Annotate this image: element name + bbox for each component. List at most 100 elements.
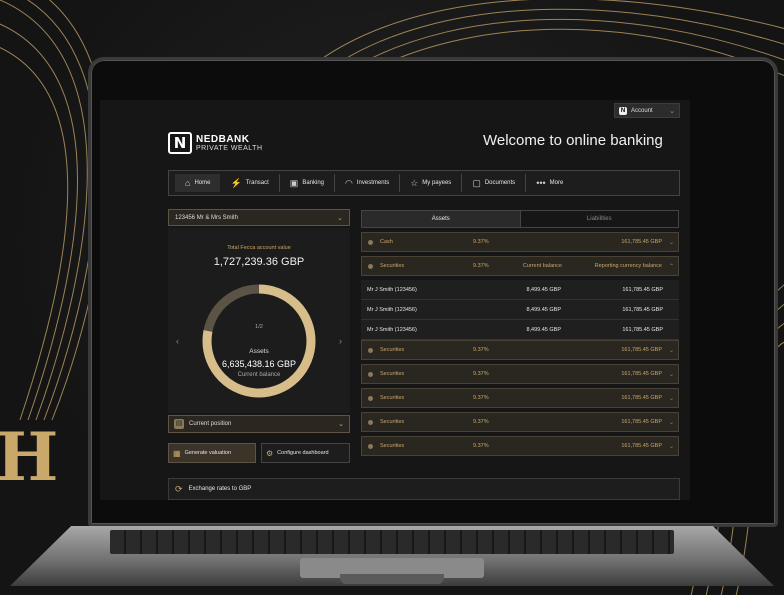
chevron-down-icon: ⌄ bbox=[668, 371, 674, 378]
holding-category-row[interactable]: Securities 9.37% 161,785.45 GBP ⌄ bbox=[361, 364, 679, 384]
gauge-icon: ◠ bbox=[345, 177, 353, 188]
row-percent: 9.37% bbox=[473, 263, 489, 269]
tab-liabilities[interactable]: Liabilities bbox=[521, 211, 679, 227]
row-percent: 9.37% bbox=[473, 239, 489, 245]
row-percent: 9.37% bbox=[473, 395, 489, 401]
row-name: Securities bbox=[380, 443, 405, 449]
category-dot-icon bbox=[368, 263, 373, 269]
nav-item-documents[interactable]: ▢ Documents bbox=[462, 174, 527, 192]
row-name: Mr J Smith (123456) bbox=[367, 306, 417, 313]
brand-name: NEDBANK bbox=[196, 133, 250, 145]
row-name: Securities bbox=[380, 347, 405, 353]
chevron-down-icon: ⌄ bbox=[338, 421, 344, 428]
row-reporting-balance: 161,785.45 GBP bbox=[622, 306, 663, 313]
account-menu-label: Account bbox=[631, 107, 653, 114]
row-reporting-balance: 161,785.45 GBP bbox=[622, 326, 663, 333]
row-current-balance: 8,499.45 GBP bbox=[526, 326, 561, 333]
chevron-down-icon: ⌄ bbox=[668, 239, 674, 246]
row-name: Mr J Smith (123456) bbox=[367, 286, 417, 293]
row-current-balance: 8,499.45 GBP bbox=[526, 286, 561, 293]
nedbank-logo-icon: N bbox=[168, 132, 192, 154]
laptop-keyboard bbox=[110, 530, 674, 554]
chevron-down-icon: ⌄ bbox=[668, 443, 674, 450]
nav-item-home[interactable]: ⌂ Home bbox=[175, 174, 221, 192]
donut-value: 6,635,438.16 GBP bbox=[221, 359, 297, 369]
currency-exchange-icon: ⟳ bbox=[175, 483, 183, 494]
category-dot-icon bbox=[368, 371, 373, 377]
chevron-down-icon: ⌄ bbox=[668, 395, 674, 402]
donut-label: Assets bbox=[249, 348, 269, 355]
account-select[interactable]: 123456 Mr & Mrs Smith ⌄ bbox=[168, 209, 350, 226]
promo-letter: H bbox=[0, 418, 59, 496]
row-reporting-balance: 161,785.45 GBP bbox=[622, 286, 663, 293]
chevron-left-icon[interactable]: ‹ bbox=[176, 336, 179, 346]
nav-item-label: Investments bbox=[356, 180, 390, 186]
chevron-right-icon[interactable]: › bbox=[339, 336, 342, 346]
row-reporting-balance: 161,785.45 GBP bbox=[621, 395, 662, 401]
chevron-down-icon: ⌄ bbox=[668, 419, 674, 426]
holding-category-row[interactable]: Securities 9.37% 161,785.45 GBP ⌄ bbox=[361, 436, 679, 456]
holding-category-row[interactable]: Securities 9.37% Current balance Reporting … bbox=[361, 256, 679, 276]
category-dot-icon bbox=[368, 239, 373, 245]
nav-item-more[interactable]: ••• More bbox=[526, 174, 573, 192]
holding-account-row[interactable]: Mr J Smith (123456) 8,499.45 GBP 161,785.4… bbox=[361, 320, 679, 340]
row-name: Securities bbox=[380, 419, 405, 425]
row-name: Cash bbox=[380, 239, 393, 245]
category-dot-icon bbox=[368, 347, 373, 353]
laptop-notch bbox=[340, 574, 444, 584]
transact-icon: ⚡ bbox=[230, 177, 242, 188]
generate-valuation-button[interactable]: ▦ Generate valuation bbox=[168, 443, 256, 463]
asset-tabs: Assets Liabilities bbox=[361, 210, 679, 228]
nav-item-my-payees[interactable]: ☆ My payees bbox=[400, 174, 463, 192]
account-menu-button[interactable]: N Account ⌄ bbox=[614, 103, 680, 118]
chevron-up-icon: ⌃ bbox=[668, 263, 674, 270]
briefcase-icon: ▣ bbox=[289, 177, 299, 188]
row-current-balance: Current balance bbox=[522, 263, 562, 269]
holding-category-row[interactable]: Securities 9.37% 161,785.45 GBP ⌄ bbox=[361, 412, 679, 432]
nav-item-investments[interactable]: ◠ Investments bbox=[335, 174, 401, 192]
nav-item-label: Home bbox=[194, 180, 211, 186]
holding-category-row[interactable]: Cash 9.37% 161,785.45 GBP ⌄ bbox=[361, 232, 679, 252]
action-buttons: ▦ Generate valuation ⚙ Configure dashboa… bbox=[168, 443, 350, 463]
row-percent: 9.37% bbox=[473, 371, 489, 377]
category-dot-icon bbox=[368, 443, 373, 449]
holdings-list: Cash 9.37% 161,785.45 GBP ⌄ Securities 9.37% C… bbox=[361, 232, 679, 460]
row-reporting-balance: 161,785.45 GBP bbox=[621, 419, 662, 425]
category-dot-icon bbox=[368, 419, 373, 425]
nav-item-banking[interactable]: ▣ Banking bbox=[280, 174, 335, 192]
holding-account-row[interactable]: Mr J Smith (123456) 8,499.45 GBP 161,785.4… bbox=[361, 280, 679, 300]
documents-icon: ▢ bbox=[472, 177, 481, 188]
exchange-rates-label: Exchange rates to GBP bbox=[188, 486, 252, 492]
exchange-rates-row[interactable]: ⟳ Exchange rates to GBP bbox=[168, 478, 680, 500]
brand-subname: PRIVATE WEALTH bbox=[196, 144, 263, 152]
holding-account-row[interactable]: Mr J Smith (123456) 8,499.45 GBP 161,785.4… bbox=[361, 300, 679, 320]
main-nav: ⌂ Home ⚡ Transact ▣ Banking ◠ Investments ☆ My pa… bbox=[168, 170, 680, 196]
configure-dashboard-label: Configure dashboard bbox=[277, 450, 329, 456]
row-name: Securities bbox=[380, 395, 405, 401]
banking-screen: N Account ⌄ N NEDBANK PRIVATE WEALTH Wel… bbox=[100, 100, 690, 500]
chevron-down-icon: ⌄ bbox=[669, 107, 675, 115]
brand-logo[interactable]: N NEDBANK PRIVATE WEALTH bbox=[168, 132, 263, 154]
nav-item-transact[interactable]: ⚡ Transact bbox=[220, 174, 280, 192]
tab-assets[interactable]: Assets bbox=[362, 211, 521, 227]
category-dot-icon bbox=[368, 395, 373, 401]
gear-icon: ⚙ bbox=[266, 448, 274, 458]
account-logo-icon: N bbox=[619, 106, 627, 115]
star-icon: ☆ bbox=[410, 177, 419, 188]
holding-category-row[interactable]: Securities 9.37% 161,785.45 GBP ⌄ bbox=[361, 340, 679, 360]
holding-category-row[interactable]: Securities 9.37% 161,785.45 GBP ⌄ bbox=[361, 388, 679, 408]
configure-dashboard-button[interactable]: ⚙ Configure dashboard bbox=[261, 443, 350, 463]
row-reporting-balance: 161,785.45 GBP bbox=[621, 443, 662, 449]
nav-item-label: More bbox=[549, 180, 564, 186]
row-current-balance: 8,499.45 GBP bbox=[526, 306, 561, 313]
carousel-page-indicator: 1/2 bbox=[255, 324, 263, 330]
generate-valuation-label: Generate valuation bbox=[184, 450, 232, 456]
row-reporting-balance: Reporting currency balance bbox=[594, 263, 662, 269]
assets-donut bbox=[202, 284, 316, 398]
more-icon: ••• bbox=[536, 178, 546, 188]
row-reporting-balance: 161,785.45 GBP bbox=[621, 347, 662, 353]
current-position-dropdown[interactable]: ▤ Current position ⌄ bbox=[168, 415, 350, 433]
row-percent: 9.37% bbox=[473, 419, 489, 425]
row-percent: 9.37% bbox=[473, 347, 489, 353]
row-reporting-balance: 161,785.45 GBP bbox=[621, 371, 662, 377]
